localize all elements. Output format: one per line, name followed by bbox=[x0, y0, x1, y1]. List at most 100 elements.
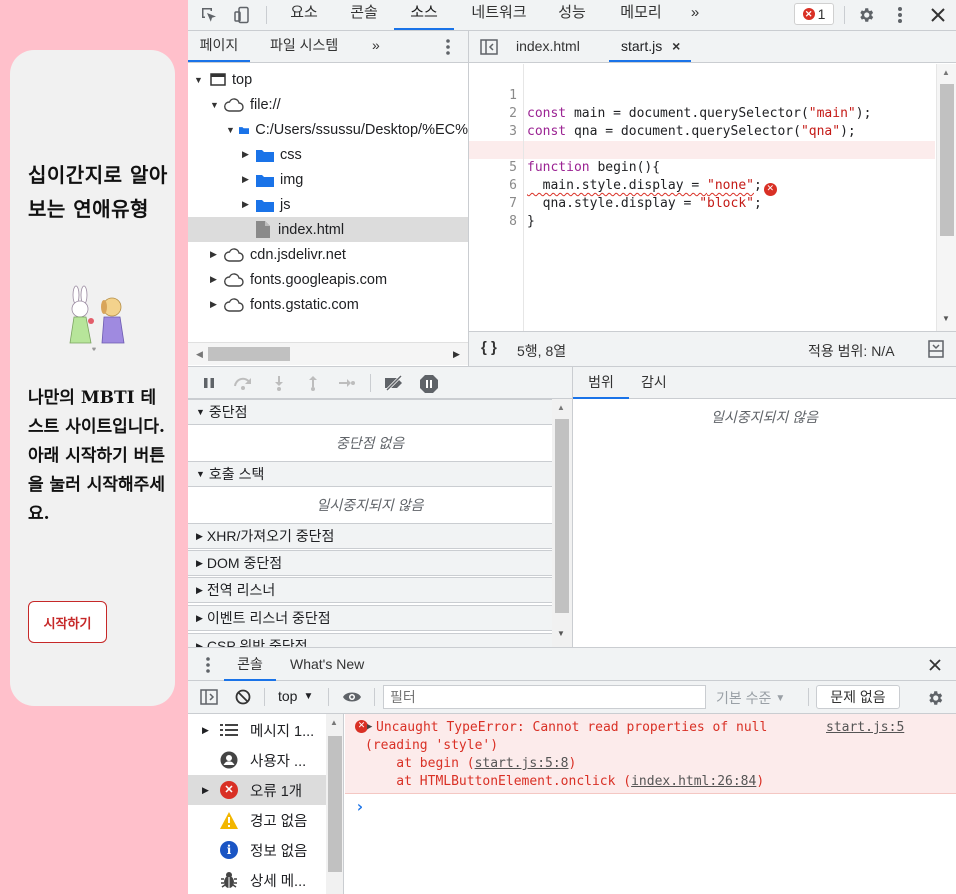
tree-item-label: C:/Users/ssussu/Desktop/%EC% bbox=[255, 121, 468, 138]
editor-tab-start-js[interactable]: start.js × bbox=[609, 31, 691, 62]
sidebar-item-messages[interactable]: ▶ 메시지 1... bbox=[188, 715, 326, 745]
tab-console[interactable]: 콘솔 bbox=[336, 0, 392, 30]
stack-frame-link[interactable]: index.html:26:84 bbox=[631, 774, 756, 789]
expand-arrow-icon[interactable]: ▶ bbox=[367, 722, 372, 732]
tree-item-js[interactable]: ▶ js bbox=[188, 192, 468, 217]
tab-memory[interactable]: 메모리 bbox=[606, 0, 676, 30]
more-tabs-button[interactable]: » bbox=[682, 0, 708, 30]
tree-item-label: top bbox=[232, 71, 253, 88]
tree-item-css[interactable]: ▶ css bbox=[188, 142, 468, 167]
section-title: 중단점 bbox=[208, 404, 248, 420]
console-prompt[interactable]: › bbox=[345, 797, 956, 819]
drawer-tab-console[interactable]: 콘솔 bbox=[224, 648, 276, 681]
frame-icon bbox=[210, 73, 226, 86]
kebab-menu-icon[interactable] bbox=[440, 36, 456, 58]
tab-watch[interactable]: 감시 bbox=[641, 367, 681, 399]
live-expression-eye-icon[interactable] bbox=[340, 687, 364, 707]
sidebar-item-warnings[interactable]: 경고 없음 bbox=[188, 805, 326, 835]
settings-gear-icon[interactable] bbox=[854, 3, 878, 27]
scroll-up-arrow-icon[interactable]: ▲ bbox=[942, 68, 950, 77]
scrollbar-thumb[interactable] bbox=[208, 347, 290, 361]
scroll-up-arrow-icon[interactable]: ▲ bbox=[330, 718, 338, 727]
tab-filesystem[interactable]: 파일 시스템 bbox=[270, 31, 360, 62]
tree-item-folder-path[interactable]: ▼ C:/Users/ssussu/Desktop/%EC% bbox=[188, 117, 468, 142]
clear-console-icon[interactable] bbox=[232, 687, 254, 707]
sidebar-item-verbose[interactable]: 상세 메... bbox=[188, 865, 326, 894]
tree-item-gstatic[interactable]: ▶ fonts.gstatic.com bbox=[188, 292, 468, 317]
editor-tab-index-html[interactable]: index.html bbox=[516, 31, 596, 62]
description-line-2: 아래 시작하기 버튼을 눌러 시작해주세요. bbox=[28, 446, 165, 524]
console-sidebar-scrollbar[interactable]: ▲ bbox=[326, 714, 344, 894]
scroll-up-arrow-icon[interactable]: ▲ bbox=[557, 403, 565, 412]
console-error-message[interactable]: ✕ ▶ Uncaught TypeError: Cannot read prop… bbox=[345, 714, 956, 794]
collapse-arrow-icon: ▶ bbox=[210, 299, 217, 309]
tree-item-top[interactable]: ▼ top bbox=[188, 67, 468, 92]
breakpoints-section-header[interactable]: ▼ 중단점 bbox=[188, 399, 552, 425]
start-button[interactable]: 시작하기 bbox=[28, 601, 107, 643]
device-toolbar-icon[interactable] bbox=[231, 4, 253, 26]
xhr-breakpoints-section-header[interactable]: ▶ XHR/가져오기 중단점 bbox=[188, 523, 552, 549]
tab-elements[interactable]: 요소 bbox=[276, 0, 332, 30]
error-count-badge[interactable]: ✕ 1 bbox=[794, 3, 834, 25]
tree-item-index-html[interactable]: index.html bbox=[188, 217, 468, 242]
editor-vertical-scrollbar[interactable]: ▲ ▼ bbox=[936, 64, 956, 331]
tab-performance[interactable]: 성능 bbox=[544, 0, 600, 30]
debugger-sidebar-scrollbar[interactable]: ▲ ▼ bbox=[552, 399, 572, 647]
sidebar-item-errors[interactable]: ▶ ✕ 오류 1개 bbox=[188, 775, 326, 805]
toggle-debugger-icon[interactable] bbox=[927, 339, 945, 359]
scrollbar-thumb[interactable] bbox=[555, 419, 569, 613]
sidebar-item-info[interactable]: i 정보 없음 bbox=[188, 835, 326, 865]
pause-icon[interactable] bbox=[200, 374, 218, 392]
tab-sources[interactable]: 소스 bbox=[394, 0, 454, 30]
line-number: 8 bbox=[509, 214, 517, 229]
issues-button[interactable]: 문제 없음 bbox=[816, 685, 900, 709]
scroll-down-arrow-icon[interactable]: ▼ bbox=[942, 314, 950, 323]
scrollbar-thumb[interactable] bbox=[328, 736, 342, 872]
event-listener-breakpoints-section-header[interactable]: ▶ 이벤트 리스너 중단점 bbox=[188, 605, 552, 631]
drawer-tab-whats-new[interactable]: What's New bbox=[290, 648, 380, 681]
call-stack-section-header[interactable]: ▼ 호출 스택 bbox=[188, 461, 552, 487]
stack-frame-begin: at begin (start.js:5:8) bbox=[365, 755, 576, 773]
console-filter-input[interactable] bbox=[383, 685, 706, 709]
error-source-link[interactable]: start.js:5 bbox=[826, 719, 904, 737]
stack-frame-link[interactable]: start.js:5:8 bbox=[475, 756, 569, 771]
tab-network[interactable]: 네트워크 bbox=[459, 0, 539, 30]
stack-frame-prefix: at HTMLButtonElement.onclick ( bbox=[365, 774, 632, 789]
log-levels-dropdown[interactable]: 기본 수준 ▼ bbox=[716, 688, 785, 708]
tree-item-cdn[interactable]: ▶ cdn.jsdelivr.net bbox=[188, 242, 468, 267]
tab-page[interactable]: 페이지 bbox=[188, 31, 250, 62]
code-line: 2 const qna = document.querySelector("qn… bbox=[469, 87, 935, 139]
context-selector[interactable]: top ▼ bbox=[278, 688, 313, 704]
drawer-menu-icon[interactable] bbox=[202, 656, 214, 674]
kebab-menu-icon[interactable] bbox=[888, 3, 912, 27]
bug-icon bbox=[221, 872, 237, 888]
close-devtools-icon[interactable] bbox=[926, 3, 950, 27]
tab-scope[interactable]: 범위 bbox=[573, 367, 629, 399]
pause-on-exceptions-icon[interactable] bbox=[418, 373, 440, 395]
close-tab-icon[interactable]: × bbox=[672, 38, 680, 54]
sidebar-item-user-messages[interactable]: 사용자 ... bbox=[188, 745, 326, 775]
scroll-down-arrow-icon[interactable]: ▼ bbox=[557, 629, 565, 638]
collapse-arrow-icon: ▶ bbox=[210, 249, 217, 259]
more-navigator-tabs[interactable]: » bbox=[372, 31, 388, 62]
inspect-element-icon[interactable] bbox=[198, 4, 220, 26]
tree-item-label: file:// bbox=[250, 96, 281, 113]
tree-item-img[interactable]: ▶ img bbox=[188, 167, 468, 192]
tree-item-googleapis[interactable]: ▶ fonts.googleapis.com bbox=[188, 267, 468, 292]
toggle-navigator-icon[interactable] bbox=[479, 37, 499, 57]
console-settings-gear-icon[interactable] bbox=[924, 687, 946, 709]
global-listeners-section-header[interactable]: ▶ 전역 리스너 bbox=[188, 577, 552, 603]
coverage-status: 적용 범위: N/A bbox=[808, 343, 895, 359]
tree-item-file[interactable]: ▼ file:// bbox=[188, 92, 468, 117]
toggle-sidebar-icon[interactable] bbox=[198, 687, 220, 707]
deactivate-breakpoints-icon[interactable] bbox=[382, 373, 406, 393]
code-editor[interactable]: 1 const main = document.querySelector("m… bbox=[469, 64, 956, 331]
dom-breakpoints-section-header[interactable]: ▶ DOM 중단점 bbox=[188, 550, 552, 576]
scroll-right-arrow-icon[interactable]: ▶ bbox=[453, 349, 460, 360]
scroll-left-arrow-icon[interactable]: ◀ bbox=[196, 349, 203, 360]
scrollbar-thumb[interactable] bbox=[940, 84, 954, 236]
close-drawer-icon[interactable] bbox=[926, 656, 944, 674]
navigator-horizontal-scrollbar[interactable]: ◀ ▶ bbox=[188, 342, 468, 365]
pretty-print-button[interactable]: { } bbox=[481, 339, 497, 356]
csp-breakpoints-section-header[interactable]: ▶ CSP 위반 중단점 bbox=[188, 633, 552, 647]
